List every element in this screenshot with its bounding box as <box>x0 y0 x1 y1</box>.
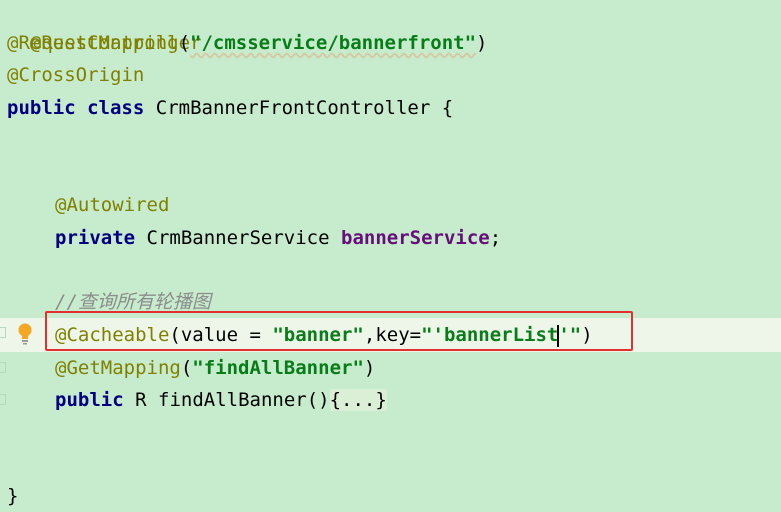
brace: } <box>7 485 19 507</box>
gutter-fold-marker[interactable] <box>0 327 6 338</box>
semicolon: ; <box>489 227 502 249</box>
type-name: CrmBannerService <box>146 227 330 249</box>
highlight-box <box>45 311 633 351</box>
code-line-1[interactable]: @RestController <box>7 0 202 54</box>
keyword: class <box>87 97 145 119</box>
code-line-4[interactable]: public class CrmBannerFrontController { <box>7 92 453 124</box>
folded-code-block[interactable]: {...} <box>329 389 387 411</box>
class-name: CrmBannerFrontController <box>155 97 431 119</box>
annotation: @Autowired <box>55 194 170 216</box>
paren: ( <box>178 32 191 54</box>
code-line-10[interactable]: public R findAllBanner(){...} <box>55 384 387 416</box>
annotation: @GetMapping <box>55 357 181 379</box>
intention-bulb-icon[interactable] <box>16 322 34 346</box>
paren: ) <box>363 357 376 379</box>
code-line-5[interactable]: @Autowired <box>55 189 169 221</box>
keyword: public <box>55 389 124 411</box>
gutter-fold-marker[interactable] <box>0 394 6 405</box>
return-type: R <box>135 389 147 411</box>
keyword: public <box>7 97 76 119</box>
code-line-11[interactable]: } <box>7 480 18 512</box>
field-name: bannerService <box>341 227 490 249</box>
brace: { <box>441 97 454 119</box>
parens: () <box>306 389 330 411</box>
code-line-6[interactable]: private CrmBannerService bannerService; <box>55 222 501 254</box>
code-line-9[interactable]: @GetMapping("findAllBanner") <box>55 352 375 384</box>
paren: ( <box>180 357 193 379</box>
string-literal: "findAllBanner" <box>192 357 364 379</box>
method-name: findAllBanner <box>158 389 307 411</box>
gutter-fold-marker[interactable] <box>0 362 6 373</box>
comment: //查询所有轮播图 <box>55 291 211 313</box>
annotation: @RequestMapping <box>7 32 179 54</box>
annotation: @CrossOrigin <box>7 64 145 86</box>
keyword: private <box>55 227 136 249</box>
string-literal: "/cmsservice/bannerfront" <box>190 32 477 54</box>
paren: ) <box>476 32 488 54</box>
code-line-3[interactable]: @CrossOrigin <box>7 59 144 91</box>
code-line-2[interactable]: @RequestMapping("/cmsservice/bannerfront… <box>7 27 487 59</box>
